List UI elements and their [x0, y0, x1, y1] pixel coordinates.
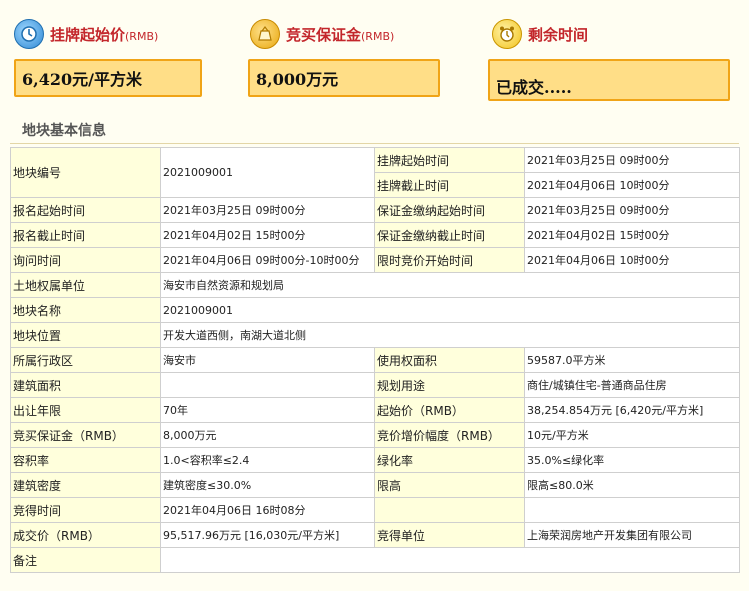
winner-label: 竞得单位 [374, 522, 525, 548]
deposit-header: 竞买保证金(RMB) [250, 14, 394, 54]
use-area-value: 59587.0平方米 [524, 347, 740, 373]
lease-term-value: 70年 [160, 397, 375, 423]
clock-price-icon [14, 19, 44, 49]
start-price-header: 挂牌起始价(RMB) [14, 14, 158, 54]
start-price-value-box: 6,420元/平方米 [14, 59, 202, 97]
lease-term-label: 出让年限 [10, 397, 161, 423]
table-row: 建筑密度 建筑密度≤30.0% 限高 限高≤80.0米 [10, 472, 740, 498]
section-divider [10, 143, 739, 144]
green-ratio-value: 35.0%≤绿化率 [524, 447, 740, 473]
table-row: 出让年限 70年 起始价（RMB） 38,254.854万元 [6,420元/平… [10, 397, 740, 423]
timed-bid-start-value: 2021年04月06日 10时00分 [524, 247, 740, 273]
table-row: 备注 [10, 547, 740, 573]
table-row: 地块名称 2021009001 [10, 297, 740, 323]
listing-end-label: 挂牌截止时间 [374, 172, 525, 198]
table-row: 成交价（RMB） 95,517.96万元 [16,030元/平方米] 竞得单位 … [10, 522, 740, 548]
alarm-clock-icon [492, 19, 522, 49]
deposit-end-value: 2021年04月02日 15时00分 [524, 222, 740, 248]
table-row: 容积率 1.0<容积率≤2.4 绿化率 35.0%≤绿化率 [10, 447, 740, 473]
deal-price-label: 成交价（RMB） [10, 522, 161, 548]
bid-increment-label: 竞价增价幅度（RMB） [374, 422, 525, 448]
building-area-label: 建筑面积 [10, 372, 161, 398]
won-time-value: 2021年04月06日 16时08分 [160, 497, 375, 523]
deposit-value-box: 8,000万元 [248, 59, 440, 97]
inquiry-time-label: 询问时间 [10, 247, 161, 273]
listing-start-label: 挂牌起始时间 [374, 147, 525, 173]
remaining-time-label: 剩余时间 [528, 25, 589, 44]
use-area-label: 使用权面积 [374, 347, 525, 373]
table-row: 土地权属单位 海安市自然资源和规划局 [10, 272, 740, 298]
winner-value: 上海荣润房地产开发集团有限公司 [524, 522, 740, 548]
signup-start-label: 报名起始时间 [10, 197, 161, 223]
green-ratio-label: 绿化率 [374, 447, 525, 473]
remaining-time-value-box: 已成交..... [488, 59, 730, 101]
deposit-value: 8,000万元 [256, 70, 339, 89]
table-row: 竞得时间 2021年04月06日 16时08分 [10, 497, 740, 523]
land-info-table: 地块编号 2021009001 挂牌起始时间 2021年03月25日 09时00… [10, 147, 740, 573]
deposit-start-label: 保证金缴纳起始时间 [374, 197, 525, 223]
table-row: 报名截止时间 2021年04月02日 15时00分 保证金缴纳截止时间 2021… [10, 222, 740, 248]
signup-end-value: 2021年04月02日 15时00分 [160, 222, 375, 248]
remaining-time-header: 剩余时间 [492, 14, 588, 54]
table-row: 地块编号 2021009001 挂牌起始时间 2021年03月25日 09时00… [10, 147, 740, 198]
table-row: 询问时间 2021年04月06日 09时00分-10时00分 限时竞价开始时间 … [10, 247, 740, 273]
deposit-start-value: 2021年03月25日 09时00分 [524, 197, 740, 223]
table-row: 所属行政区 海安市 使用权面积 59587.0平方米 [10, 347, 740, 373]
empty-value [524, 497, 740, 523]
start-price-unit: (RMB) [125, 29, 159, 43]
bid-deposit-label: 竞买保证金（RMB） [10, 422, 161, 448]
building-density-value: 建筑密度≤30.0% [160, 472, 375, 498]
parcel-id-value: 2021009001 [160, 147, 375, 198]
district-value: 海安市 [160, 347, 375, 373]
planned-use-label: 规划用途 [374, 372, 525, 398]
height-limit-value: 限高≤80.0米 [524, 472, 740, 498]
bid-increment-value: 10元/平方米 [524, 422, 740, 448]
signup-start-value: 2021年03月25日 09时00分 [160, 197, 375, 223]
parcel-location-value: 开发大道西侧，南湖大道北侧 [160, 322, 740, 348]
won-time-label: 竞得时间 [10, 497, 161, 523]
table-row: 报名起始时间 2021年03月25日 09时00分 保证金缴纳起始时间 2021… [10, 197, 740, 223]
building-density-label: 建筑密度 [10, 472, 161, 498]
empty-label [374, 497, 525, 523]
start-price-value: 6,420元/平方米 [22, 70, 142, 89]
start-price-label: 挂牌起始价 [50, 25, 126, 44]
remaining-time-value: 已成交..... [496, 78, 572, 97]
height-limit-label: 限高 [374, 472, 525, 498]
section-title: 地块基本信息 [22, 123, 106, 139]
planned-use-value: 商住/城镇住宅-普通商品住房 [524, 372, 740, 398]
plot-ratio-value: 1.0<容积率≤2.4 [160, 447, 375, 473]
land-owner-label: 土地权属单位 [10, 272, 161, 298]
deal-price-value: 95,517.96万元 [16,030元/平方米] [160, 522, 375, 548]
parcel-id-label: 地块编号 [10, 147, 161, 198]
table-row: 竞买保证金（RMB） 8,000万元 竞价增价幅度（RMB） 10元/平方米 [10, 422, 740, 448]
start-price-table-label: 起始价（RMB） [374, 397, 525, 423]
table-row: 建筑面积 规划用途 商住/城镇住宅-普通商品住房 [10, 372, 740, 398]
parcel-location-label: 地块位置 [10, 322, 161, 348]
timed-bid-start-label: 限时竞价开始时间 [374, 247, 525, 273]
parcel-name-value: 2021009001 [160, 297, 740, 323]
signup-end-label: 报名截止时间 [10, 222, 161, 248]
listing-start-value: 2021年03月25日 09时00分 [524, 147, 740, 173]
parcel-name-label: 地块名称 [10, 297, 161, 323]
bid-deposit-value: 8,000万元 [160, 422, 375, 448]
deposit-unit: (RMB) [361, 29, 395, 43]
remarks-value [160, 547, 740, 573]
money-bag-icon [250, 19, 280, 49]
table-row: 地块位置 开发大道西侧，南湖大道北侧 [10, 322, 740, 348]
deposit-label: 竞买保证金 [286, 25, 362, 44]
building-area-value [160, 372, 375, 398]
plot-ratio-label: 容积率 [10, 447, 161, 473]
district-label: 所属行政区 [10, 347, 161, 373]
listing-end-value: 2021年04月06日 10时00分 [524, 172, 740, 198]
land-owner-value: 海安市自然资源和规划局 [160, 272, 740, 298]
deposit-end-label: 保证金缴纳截止时间 [374, 222, 525, 248]
remarks-label: 备注 [10, 547, 161, 573]
start-price-table-value: 38,254.854万元 [6,420元/平方米] [524, 397, 740, 423]
inquiry-time-value: 2021年04月06日 09时00分-10时00分 [160, 247, 375, 273]
